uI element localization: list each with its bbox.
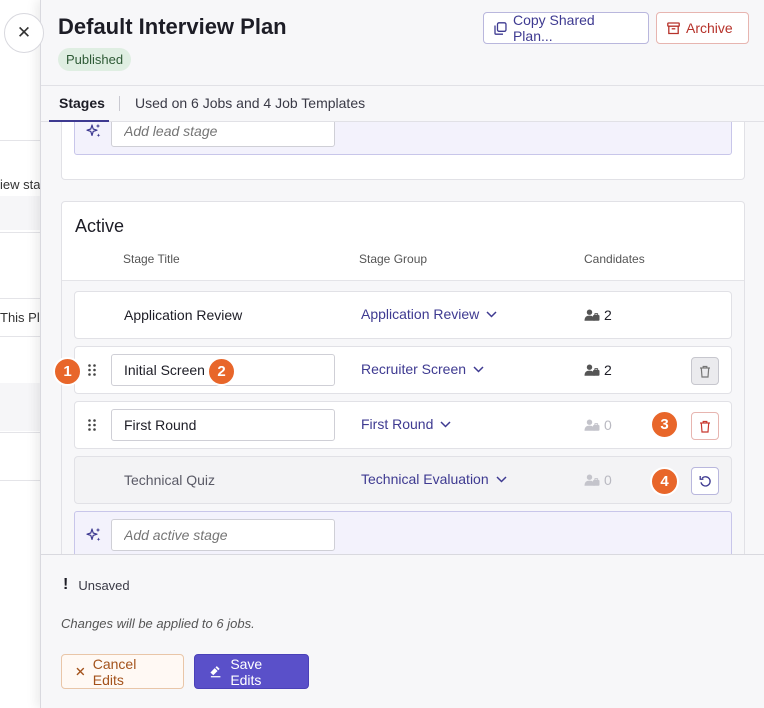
person-icon <box>584 474 600 486</box>
candidate-count-value: 0 <box>604 472 612 488</box>
chevron-down-icon <box>440 420 451 428</box>
background-divider <box>0 432 40 433</box>
stage-row-initial-screen: Recruiter Screen 2 <box>74 346 732 394</box>
stage-title: Application Review <box>124 307 243 323</box>
tab-bar: Stages Used on 6 Jobs and 4 Job Template… <box>41 86 764 122</box>
chevron-down-icon <box>496 475 507 483</box>
sparkle-icon <box>86 123 101 138</box>
close-icon: ✕ <box>16 23 32 42</box>
archive-icon <box>667 21 680 34</box>
background-divider <box>0 480 40 481</box>
column-header-candidates: Candidates <box>584 252 645 266</box>
status-badge: Published <box>58 48 132 71</box>
warning-icon: ! <box>63 576 69 593</box>
drawer-header: Default Interview Plan Published Copy Sh… <box>41 0 764 86</box>
drag-handle-icon[interactable] <box>87 363 97 377</box>
stage-group-select[interactable]: First Round <box>361 416 451 432</box>
undo-icon <box>699 475 711 487</box>
add-active-stage-input[interactable] <box>111 519 335 551</box>
archive-label: Archive <box>686 20 733 36</box>
candidate-count: 2 <box>584 307 612 323</box>
save-edits-label: Save Edits <box>230 655 263 688</box>
background-text: iew sta <box>0 177 40 192</box>
add-lead-stage-input[interactable] <box>111 122 335 147</box>
stage-group-select[interactable]: Recruiter Screen <box>361 361 484 377</box>
copy-icon <box>494 21 507 35</box>
usage-info: Used on 6 Jobs and 4 Job Templates <box>135 95 366 111</box>
candidate-count: 0 <box>584 472 612 488</box>
cancel-edits-button[interactable]: Cancel Edits <box>61 654 184 689</box>
chevron-down-icon <box>473 365 484 373</box>
person-icon <box>584 309 600 321</box>
stage-row-application-review: Application Review Application Review 2 <box>74 291 732 339</box>
section-title: Active <box>75 216 125 236</box>
close-drawer-button[interactable]: ✕ <box>4 13 44 53</box>
background-page: iew sta This Pl <box>0 0 40 708</box>
stage-title-input[interactable] <box>111 409 335 441</box>
background-divider <box>0 298 40 299</box>
trash-icon <box>700 420 710 433</box>
active-stages-section: Active Stage Title Stage Group Candidate… <box>61 201 745 554</box>
lead-stages-section <box>61 122 745 180</box>
stage-group-label: Recruiter Screen <box>361 361 467 377</box>
candidate-count: 0 <box>584 417 612 433</box>
archive-button[interactable]: Archive <box>656 12 749 44</box>
add-active-stage-row <box>74 511 732 554</box>
undo-remove-button[interactable] <box>691 467 719 495</box>
background-divider <box>0 336 40 337</box>
add-lead-stage-row <box>74 122 732 155</box>
tab-stages[interactable]: Stages <box>59 95 105 111</box>
person-icon <box>584 419 600 431</box>
changes-note: Changes will be applied to 6 jobs. <box>61 616 255 631</box>
save-icon <box>210 666 221 678</box>
tab-divider <box>119 96 120 111</box>
stage-title: Technical Quiz <box>124 472 216 488</box>
copy-shared-plan-label: Copy Shared Plan... <box>512 12 595 44</box>
unsaved-label: Unsaved <box>78 577 130 593</box>
annotation-marker-1: 1 <box>53 357 82 386</box>
stage-row-first-round: First Round 0 <box>74 401 732 449</box>
delete-stage-button-disabled[interactable] <box>691 357 719 385</box>
unsaved-indicator: ! Unsaved <box>63 576 130 594</box>
interview-plan-drawer: Default Interview Plan Published Copy Sh… <box>40 0 764 708</box>
candidate-count-value: 2 <box>604 307 612 323</box>
person-icon <box>584 364 600 376</box>
background-text: This Pl <box>0 310 40 325</box>
sparkle-icon <box>86 527 101 542</box>
stage-group-label: Technical Evaluation <box>361 471 489 487</box>
column-header-stage-title: Stage Title <box>123 252 180 266</box>
stage-row-technical-quiz: Technical Quiz Technical Evaluation 0 <box>74 456 732 504</box>
page-title: Default Interview Plan <box>58 14 287 39</box>
annotation-marker-3: 3 <box>650 410 679 439</box>
cancel-edits-label: Cancel Edits <box>92 655 137 688</box>
candidate-count: 2 <box>584 362 612 378</box>
background-band <box>0 196 40 230</box>
candidate-count-value: 0 <box>604 417 612 433</box>
background-band <box>0 383 40 431</box>
drawer-footer: ! Unsaved Changes will be applied to 6 j… <box>41 554 764 708</box>
stage-group-label: First Round <box>361 416 434 432</box>
trash-icon <box>700 365 710 378</box>
close-icon <box>76 667 85 676</box>
stage-group-select[interactable]: Application Review <box>361 306 497 322</box>
background-divider <box>0 140 40 141</box>
drag-handle-icon[interactable] <box>87 418 97 432</box>
candidate-count-value: 2 <box>604 362 612 378</box>
save-edits-button[interactable]: Save Edits <box>194 654 309 689</box>
annotation-marker-4: 4 <box>650 467 679 496</box>
delete-stage-button[interactable] <box>691 412 719 440</box>
background-divider <box>0 232 40 233</box>
chevron-down-icon <box>486 310 497 318</box>
stage-group-select[interactable]: Technical Evaluation <box>361 471 507 487</box>
column-header-stage-group: Stage Group <box>359 252 428 266</box>
copy-shared-plan-button[interactable]: Copy Shared Plan... <box>483 12 649 44</box>
annotation-marker-2: 2 <box>207 357 236 386</box>
stage-group-label: Application Review <box>361 306 480 322</box>
